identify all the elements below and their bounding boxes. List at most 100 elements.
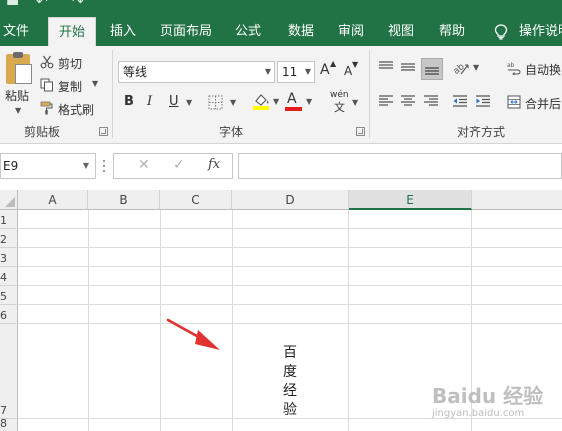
copy-button[interactable]: 复制 ▼ <box>40 77 102 95</box>
bottom-align-button[interactable] <box>421 58 443 80</box>
decrease-indent-button[interactable] <box>452 94 470 110</box>
row-header-4[interactable]: 4 <box>0 267 18 286</box>
name-box[interactable]: E9 ▼ <box>0 153 96 179</box>
quick-access-toolbar: ▬ ↶ ↷ <box>0 0 562 10</box>
font-name-select[interactable]: 等线 ▼ <box>118 61 275 83</box>
font-color-icon: A <box>287 91 297 107</box>
top-align-button[interactable] <box>378 60 396 76</box>
column-header-e[interactable]: E <box>349 190 472 210</box>
clipboard-group-label: 剪贴板 <box>24 125 61 139</box>
tab-page-layout[interactable]: 页面布局 <box>158 17 214 46</box>
align-left-button[interactable] <box>378 94 396 110</box>
scissors-icon <box>40 55 54 69</box>
tab-file[interactable]: 文件 <box>0 17 32 46</box>
row-header-6[interactable]: 6 <box>0 305 18 324</box>
align-center-button[interactable] <box>400 94 418 110</box>
tab-home[interactable]: 开始 <box>48 17 96 46</box>
paintbrush-icon <box>40 101 53 115</box>
increase-indent-button[interactable] <box>475 94 493 110</box>
align-bottom-icon <box>425 67 439 75</box>
align-top-icon <box>379 61 393 69</box>
column-header-b[interactable]: B <box>88 190 160 210</box>
cell-d7-char: 经 <box>283 383 297 399</box>
formula-input[interactable] <box>238 153 562 179</box>
row-header-1[interactable]: 1 <box>0 210 18 229</box>
row-header-7[interactable]: 7 <box>0 324 18 419</box>
align-right-button[interactable] <box>423 94 441 110</box>
row-header-3[interactable]: 3 <box>0 248 18 267</box>
shrink-font-icon: A <box>344 64 353 78</box>
font-size-value: 11 <box>282 65 298 79</box>
cell-d7-char: 验 <box>283 402 297 418</box>
underline-button[interactable]: U <box>169 94 183 112</box>
chevron-down-icon: ▼ <box>306 97 313 106</box>
copy-label: 复制 <box>58 80 83 94</box>
confirm-icon[interactable]: ✓ <box>173 157 185 173</box>
column-header-a[interactable]: A <box>18 190 88 210</box>
phonetic-guide-button[interactable]: wén 文 ▼ <box>326 90 358 114</box>
shrink-font-button[interactable]: A ▼ <box>344 60 362 84</box>
grow-font-button[interactable]: A ▲ <box>320 59 338 82</box>
cancel-icon[interactable]: ✕ <box>138 157 150 173</box>
tab-help[interactable]: 帮助 <box>432 17 472 46</box>
column-header-c[interactable]: C <box>160 190 232 210</box>
tab-data[interactable]: 数据 <box>282 17 320 46</box>
borders-button[interactable]: ▼ <box>208 94 238 112</box>
watermark-url: jingyan.baidu.com <box>432 408 525 419</box>
tab-view[interactable]: 视图 <box>382 17 420 46</box>
tab-insert[interactable]: 插入 <box>104 17 142 46</box>
middle-align-button[interactable] <box>400 60 418 76</box>
row-header-5[interactable]: 5 <box>0 286 18 305</box>
row-header-2[interactable]: 2 <box>0 229 18 248</box>
phonetic-char: 文 <box>334 101 345 114</box>
tab-formulas[interactable]: 公式 <box>228 17 268 46</box>
align-center-icon <box>401 95 415 106</box>
undo-icon[interactable]: ↶ <box>36 0 48 10</box>
orientation-button[interactable]: ab ▼ <box>452 60 482 78</box>
formula-bar: E9 ▼ ✕ ✓ fx <box>0 144 562 190</box>
tell-me-label: 操作说明 <box>519 24 562 39</box>
chevron-down-icon: ▼ <box>264 67 271 76</box>
merge-cells-icon <box>507 95 521 109</box>
fill-color-button[interactable]: ▼ <box>252 92 282 114</box>
paint-bucket-icon <box>253 94 269 110</box>
merge-center-button[interactable]: 合并后 <box>507 94 562 112</box>
text-orientation-icon: ab <box>452 62 469 77</box>
font-size-select[interactable]: 11 ▼ <box>277 61 315 83</box>
ribbon: 粘贴 ▼ 剪切 复制 ▼ 格式刷 剪贴板 等线 ▼ 11 ▼ A ▲ A ▼ B… <box>0 46 562 144</box>
align-right-icon <box>424 95 438 106</box>
formula-bar-splitter[interactable] <box>103 158 106 174</box>
paste-button[interactable]: 粘贴 ▼ <box>2 52 34 118</box>
save-icon[interactable]: ▬ <box>6 0 19 10</box>
chevron-down-icon: ▼ <box>82 161 89 170</box>
format-painter-button[interactable]: 格式刷 <box>40 100 102 118</box>
font-group-label: 字体 <box>219 125 244 139</box>
wrap-text-button[interactable]: ab 自动换 <box>507 60 562 78</box>
cell-d7[interactable]: 百 度 经 验 <box>232 324 348 419</box>
title-bar: ▬ ↶ ↷ 文件 开始 插入 页面布局 公式 数据 审阅 视图 帮助 操作说明 <box>0 0 562 46</box>
column-header-d[interactable]: D <box>232 190 349 210</box>
cell-d7-char: 百 <box>283 345 297 361</box>
column-header-f[interactable] <box>472 190 562 210</box>
row-header-8[interactable]: 8 <box>0 417 18 431</box>
italic-button[interactable]: I <box>147 94 161 112</box>
bold-button[interactable]: B <box>124 94 138 112</box>
svg-text:ab: ab <box>507 62 515 69</box>
redo-icon[interactable]: ↷ <box>72 0 84 10</box>
chevron-down-icon: ▼ <box>473 63 480 72</box>
cut-label: 剪切 <box>58 57 83 71</box>
border-icon <box>208 95 223 110</box>
insert-function-icon[interactable]: fx <box>208 157 220 172</box>
clipboard-launcher-icon[interactable] <box>99 127 108 136</box>
chevron-down-icon: ▼ <box>304 67 311 76</box>
tab-review[interactable]: 审阅 <box>332 17 370 46</box>
font-color-button[interactable]: A ▼ <box>285 91 315 114</box>
chevron-down-icon[interactable]: ▼ <box>186 98 192 107</box>
grow-font-icon: A <box>320 62 330 78</box>
font-launcher-icon[interactable] <box>356 127 365 136</box>
select-all-button[interactable] <box>0 190 18 210</box>
name-box-value: E9 <box>3 159 19 173</box>
copy-icon <box>40 78 53 92</box>
cut-button[interactable]: 剪切 <box>40 54 102 72</box>
font-name-value: 等线 <box>123 65 148 79</box>
